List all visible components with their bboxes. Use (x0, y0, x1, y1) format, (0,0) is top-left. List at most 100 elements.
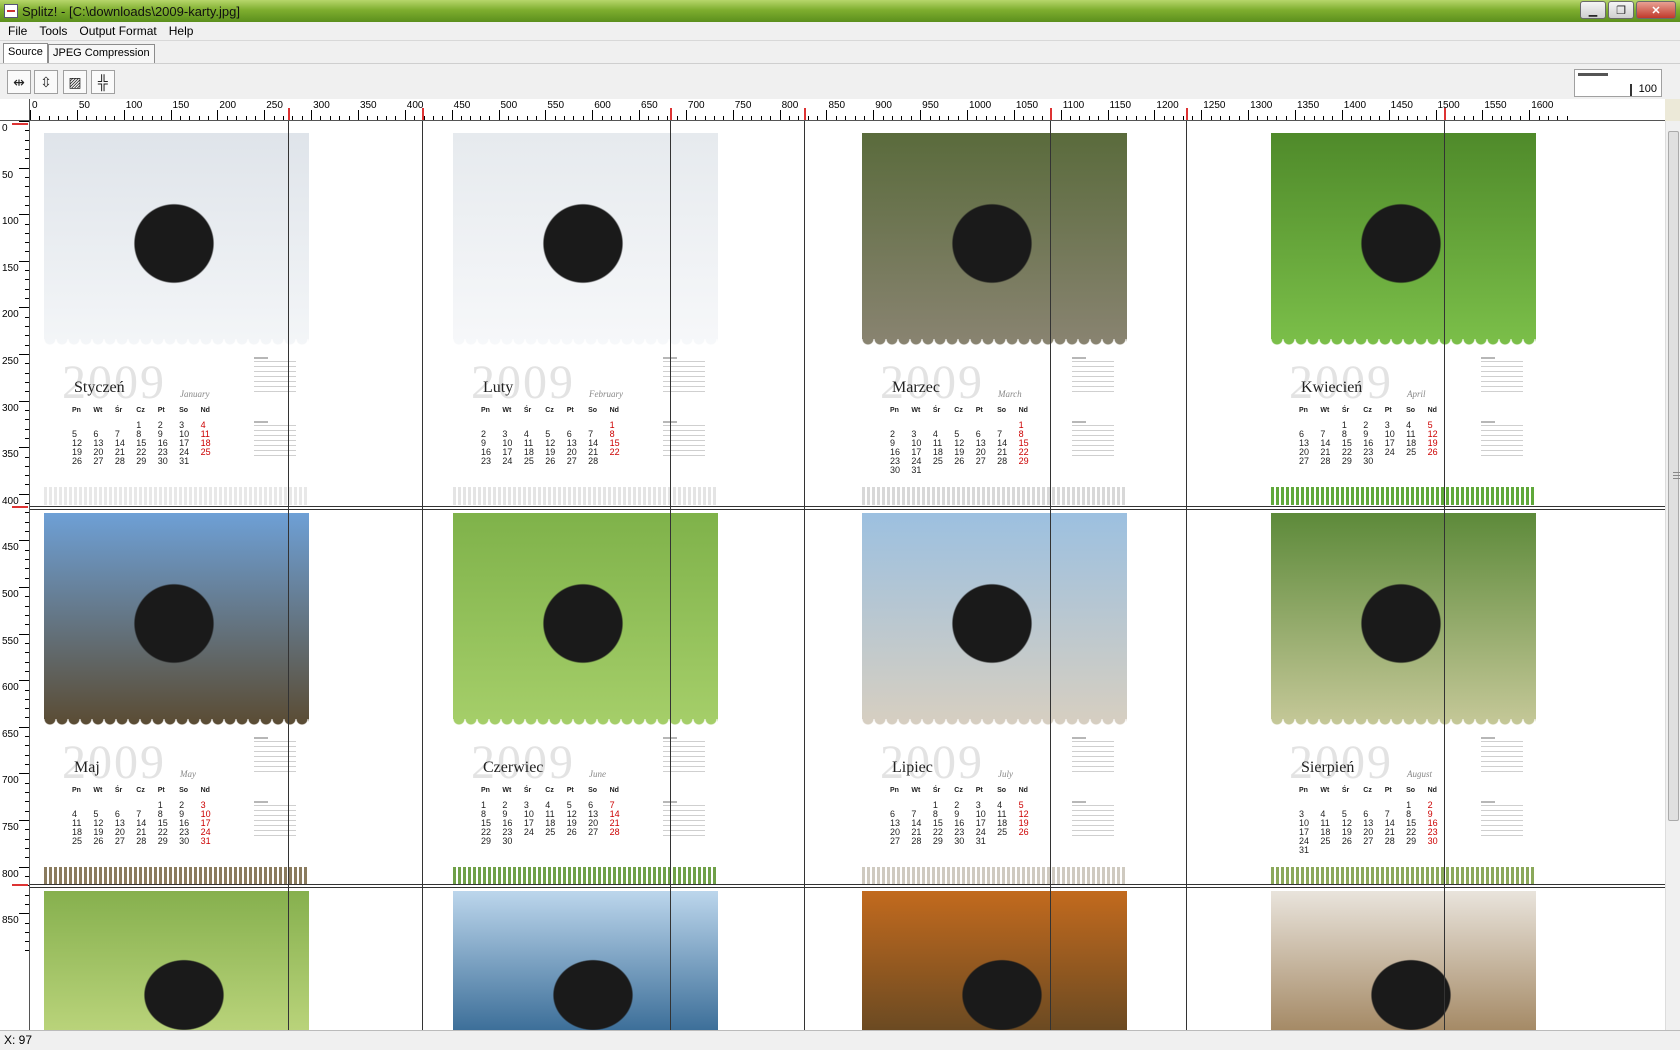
menu-tools[interactable]: Tools (33, 22, 73, 41)
scrollbar-grip-icon (1673, 472, 1680, 480)
split-line-vertical[interactable] (1444, 121, 1445, 1030)
crosshair-split-icon[interactable]: ╬ (91, 70, 115, 94)
split-line-horizontal[interactable] (30, 509, 1665, 510)
split-line-horizontal[interactable] (30, 887, 1665, 888)
ruler-v-minor-tick (25, 698, 29, 700)
dog-photo (44, 513, 309, 729)
ruler-h-minor-tick (1416, 116, 1418, 120)
ruler-h-minor-tick (1182, 116, 1184, 120)
weekday-header: Pn Wt Śr Cz Pt So Nd (1299, 787, 1449, 794)
scrollbar-thumb[interactable] (1668, 131, 1680, 821)
ruler-v-minor-tick (25, 195, 29, 197)
weekday-label: Cz (954, 787, 963, 794)
ruler-h-minor-tick (1266, 116, 1268, 120)
ruler-v-tick (19, 726, 29, 728)
dog-photo (453, 513, 718, 729)
menu-bar: File Tools Output Format Help (0, 22, 1680, 41)
weekday-label: So (1406, 407, 1416, 414)
ruler-h-minor-tick (1126, 116, 1128, 120)
ruler-v-minor-tick (25, 456, 29, 458)
ruler-h-minor-tick (845, 116, 847, 120)
split-marker-h[interactable] (1050, 108, 1052, 120)
split-line-vertical[interactable] (1186, 121, 1187, 1030)
ruler-h-minor-tick (1032, 116, 1034, 120)
ruler-h-minor-tick (395, 116, 397, 120)
maximize-button[interactable]: ❐ (1608, 1, 1634, 19)
split-line-vertical[interactable] (288, 121, 289, 1030)
ruler-h-minor-tick (667, 116, 669, 120)
menu-help[interactable]: Help (163, 22, 200, 41)
split-marker-h[interactable] (670, 108, 672, 120)
month-name-en: June (589, 769, 606, 779)
ruler-h-minor-tick (910, 116, 912, 120)
dog-photo (44, 133, 309, 349)
weekday-header: Pn Wt Śr Cz Pt So Nd (1299, 407, 1449, 414)
torn-edge (862, 719, 1127, 733)
split-marker-h[interactable] (422, 108, 424, 120)
ruler-h-minor-tick (582, 116, 584, 120)
weekday-label: Cz (1363, 787, 1372, 794)
tab-source[interactable]: Source (3, 43, 48, 63)
zoom-slider[interactable]: 100 (1574, 69, 1662, 97)
dog-figure (134, 951, 234, 1030)
ruler-h-minor-tick (1098, 116, 1100, 120)
split-marker-v[interactable] (12, 884, 28, 886)
ruler-h-tick (1341, 110, 1343, 120)
split-line-horizontal[interactable] (30, 884, 1665, 885)
ruler-h-label: 1050 (1015, 100, 1039, 111)
ruler-v-minor-tick (25, 409, 29, 411)
ruler-v-minor-tick (25, 298, 29, 300)
menu-file[interactable]: File (2, 22, 33, 41)
split-line-vertical[interactable] (422, 121, 423, 1030)
days-grid: 1 2 3 4 5 6 7 8 9 10 11 12 13 14 15 16 17 18 19 20 21 22 23 24 2… (1299, 801, 1449, 855)
ruler-v-minor-tick (25, 782, 29, 784)
dog-photo (1271, 891, 1536, 1030)
close-button[interactable]: ✕ (1636, 1, 1676, 19)
split-marker-v[interactable] (12, 506, 28, 508)
ruler-v-minor-tick (25, 894, 29, 896)
split-marker-v[interactable] (12, 123, 28, 125)
dog-figure (124, 203, 224, 293)
bottom-decor-strip (862, 487, 1127, 505)
ruler-v-minor-tick (25, 484, 29, 486)
ruler-h-minor-tick (254, 116, 256, 120)
ruler-h-minor-tick (601, 116, 603, 120)
image-canvas[interactable]: 2009 Styczeń January Pn Wt Śr Cz Pt So Nd 1 2 3 4 5 6 7 8… (30, 121, 1665, 1030)
window-controls: ▁ ❐ ✕ (1580, 1, 1676, 19)
split-marker-h[interactable] (1186, 108, 1188, 120)
split-line-vertical[interactable] (1050, 121, 1051, 1030)
day-cell: 26 (1341, 836, 1352, 846)
split-horizontal-icon[interactable]: ⇳ (34, 70, 58, 94)
ruler-v-label: 150 (2, 262, 19, 274)
weekday-label: Nd (1427, 787, 1437, 794)
month-name-pl: Sierpień (1301, 759, 1355, 776)
split-vertical-icon[interactable]: ⇹ (7, 70, 31, 94)
vertical-scrollbar[interactable] (1665, 121, 1680, 1030)
split-line-vertical[interactable] (804, 121, 805, 1030)
ruler-h-minor-tick (376, 116, 378, 120)
menu-output-format[interactable]: Output Format (73, 22, 162, 41)
split-marker-h[interactable] (1444, 108, 1446, 120)
weekday-label: So (997, 787, 1007, 794)
zoom-slider-thumb[interactable] (1630, 84, 1632, 96)
ruler-h-minor-tick (367, 116, 369, 120)
ruler-v-label: 550 (2, 635, 19, 647)
title-bar: Splitz! - [C:\downloads\2009-karty.jpg] … (0, 0, 1680, 22)
bottom-decor-strip (44, 487, 309, 505)
dog-figure (124, 583, 224, 673)
calendar-card-partial (862, 891, 1127, 1030)
ruler-h-minor-tick (798, 116, 800, 120)
split-marker-h[interactable] (288, 108, 290, 120)
day-cell: 25 (997, 827, 1008, 837)
split-line-horizontal[interactable] (30, 506, 1665, 507)
split-marker-h[interactable] (804, 108, 806, 120)
ruler-h-minor-tick (976, 116, 978, 120)
tab-jpeg-compression[interactable]: JPEG Compression (48, 44, 155, 63)
day-cell: 25 (72, 836, 83, 846)
split-line-vertical[interactable] (670, 121, 671, 1030)
minimize-button[interactable]: ▁ (1580, 1, 1606, 19)
month-name-en: January (180, 389, 210, 399)
ruler-v-minor-tick (25, 475, 29, 477)
ruler-h-tick (545, 110, 547, 120)
grid-hatch-icon[interactable]: ▨ (63, 70, 87, 94)
